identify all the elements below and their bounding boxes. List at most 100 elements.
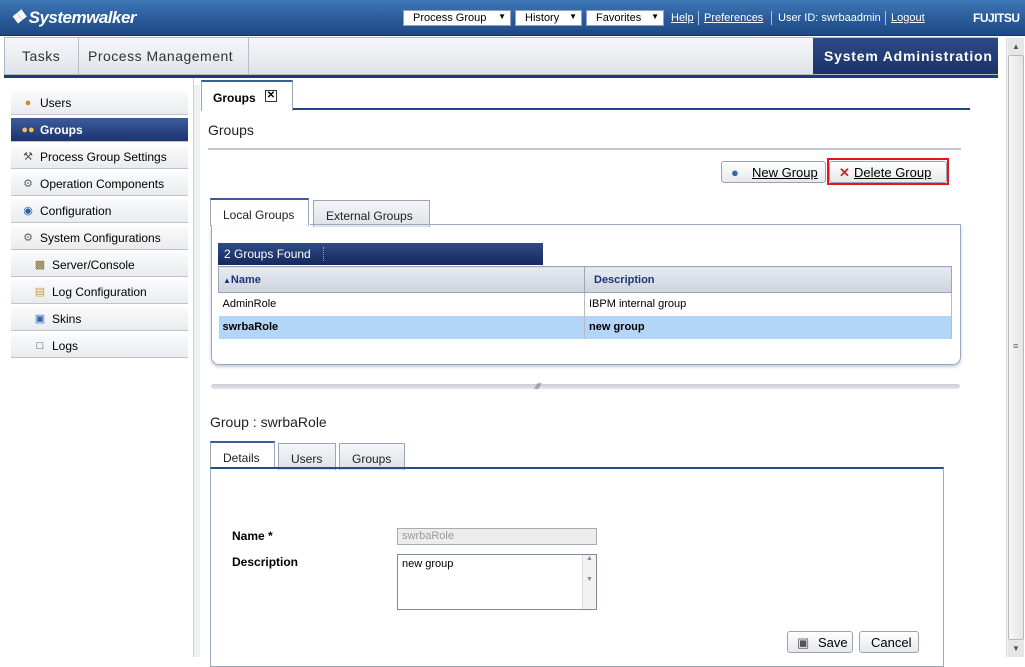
description-field[interactable]: new group ▲ ▼ xyxy=(397,554,597,610)
save-label: Save xyxy=(818,635,848,650)
cancel-button[interactable]: Cancel xyxy=(859,631,919,653)
nav-tab-tasks[interactable]: Tasks xyxy=(22,38,60,74)
results-count-bar: 2 Groups Found xyxy=(218,243,543,265)
cell-name: swrbaRole xyxy=(218,315,585,339)
panel-splitter[interactable]: ∕∕∕ xyxy=(211,381,960,391)
group-icon: ●● xyxy=(21,124,35,136)
title-divider xyxy=(208,148,961,150)
fujitsu-logo: FUJITSU xyxy=(973,11,1020,25)
sort-asc-icon: ▲ xyxy=(223,275,231,285)
sidebar-item-label: System Configurations xyxy=(40,231,161,245)
sidebar-item-skins[interactable]: ▣ Skins xyxy=(11,307,188,331)
tab-groups-detail[interactable]: Groups xyxy=(339,443,405,470)
sidebar: ● Users ●● Groups ⚒ Process Group Settin… xyxy=(4,78,194,657)
name-field: swrbaRole xyxy=(397,528,597,545)
history-label: History xyxy=(525,12,560,24)
grip-icon: ∕∕∕ xyxy=(536,381,541,391)
sidebar-item-server-console[interactable]: ▩ Server/Console xyxy=(11,253,188,277)
floppy-disk-icon: ▣ xyxy=(797,635,810,650)
config-icon: ◉ xyxy=(23,205,33,217)
divider xyxy=(248,38,249,74)
history-dropdown[interactable]: History ▼ xyxy=(515,10,582,26)
new-group-button[interactable]: ● New Group xyxy=(721,161,826,183)
sidebar-item-label: Server/Console xyxy=(52,258,135,272)
divider xyxy=(78,38,79,74)
scroll-down-icon[interactable]: ▼ xyxy=(1008,640,1024,657)
scroll-up-icon[interactable]: ▲ xyxy=(1008,38,1024,55)
nav-tab-process-management[interactable]: Process Management xyxy=(88,38,233,74)
sidebar-item-users[interactable]: ● Users xyxy=(11,91,188,115)
skins-icon: ▣ xyxy=(34,313,46,325)
column-header-label: Description xyxy=(594,273,655,286)
cancel-label: Cancel xyxy=(871,635,912,650)
column-header-name[interactable]: ▲Name xyxy=(218,266,585,293)
sidebar-item-log-configuration[interactable]: ▤ Log Configuration xyxy=(11,280,188,304)
nav-tab-system-administration[interactable]: System Administration xyxy=(813,38,998,74)
preferences-link[interactable]: Preferences xyxy=(704,12,763,24)
user-id-text: User ID: swrbaadmin xyxy=(778,12,881,24)
process-group-dropdown[interactable]: Process Group ▼ xyxy=(403,10,511,26)
groups-table: ▲Name Description AdminRole IBPM interna… xyxy=(218,266,952,339)
tab-external-groups[interactable]: External Groups xyxy=(313,200,430,227)
sidebar-item-label: Log Configuration xyxy=(52,285,147,299)
tab-underline xyxy=(293,108,970,110)
main-nav: Tasks Process Management System Administ… xyxy=(4,37,998,75)
sidebar-item-label: Users xyxy=(40,96,72,110)
divider xyxy=(771,11,772,25)
top-bar: ❖ Systemwalker Process Group ▼ History ▼… xyxy=(0,0,1025,36)
table-row[interactable]: AdminRole IBPM internal group xyxy=(218,292,952,316)
app-logo: ❖ Systemwalker xyxy=(10,7,137,28)
tab-label: Groups xyxy=(213,91,256,105)
gears-icon: ⚙ xyxy=(23,232,33,244)
tab-details[interactable]: Details xyxy=(210,441,275,469)
sidebar-item-label: Configuration xyxy=(40,204,112,218)
vertical-scrollbar[interactable]: ▲ ≡ ▼ xyxy=(1006,38,1024,657)
sidebar-item-process-group-settings[interactable]: ⚒ Process Group Settings xyxy=(11,145,188,169)
chevron-down-icon: ▼ xyxy=(498,12,506,21)
tools-icon: ⚒ xyxy=(23,151,33,163)
close-icon[interactable]: ✕ xyxy=(265,90,277,102)
sidebar-item-system-configurations[interactable]: ⚙ System Configurations xyxy=(11,226,188,250)
textarea-scrollbar[interactable]: ▲ ▼ xyxy=(582,555,596,609)
sidebar-item-logs[interactable]: □ Logs xyxy=(11,334,188,358)
grip-icon[interactable] xyxy=(323,247,325,261)
chevron-down-icon: ▼ xyxy=(651,12,659,21)
save-button[interactable]: ▣ Save xyxy=(787,631,853,653)
sidebar-item-operation-components[interactable]: ⚙ Operation Components xyxy=(11,172,188,196)
sidebar-item-groups[interactable]: ●● Groups xyxy=(11,118,188,142)
scroll-thumb[interactable]: ≡ xyxy=(1008,55,1024,640)
favorites-dropdown[interactable]: Favorites ▼ xyxy=(586,10,664,26)
cell-name: AdminRole xyxy=(218,292,585,316)
table-header: ▲Name Description xyxy=(218,266,952,293)
systemwalker-logo-icon: ❖ xyxy=(10,7,26,27)
cell-description: IBPM internal group xyxy=(584,292,952,316)
table-row[interactable]: swrbaRole new group xyxy=(218,315,952,339)
add-group-icon: ● xyxy=(731,165,739,180)
sidebar-item-label: Logs xyxy=(52,339,79,353)
tab-groups[interactable]: Groups ✕ xyxy=(201,80,293,111)
sidebar-item-label: Operation Components xyxy=(40,177,165,191)
server-icon: ▩ xyxy=(34,259,46,271)
chevron-down-icon: ▼ xyxy=(569,12,577,21)
logout-link[interactable]: Logout xyxy=(891,12,925,24)
name-label: Name * xyxy=(232,529,273,543)
results-count: 2 Groups Found xyxy=(224,247,311,261)
log-config-icon: ▤ xyxy=(34,286,46,298)
gear-icon: ⚙ xyxy=(23,178,33,190)
sidebar-item-label: Groups xyxy=(40,123,83,137)
page-title: Groups xyxy=(208,122,254,138)
sidebar-item-configuration[interactable]: ◉ Configuration xyxy=(11,199,188,223)
tab-local-groups[interactable]: Local Groups xyxy=(210,198,309,226)
sidebar-item-label: Skins xyxy=(52,312,82,326)
tab-users[interactable]: Users xyxy=(278,443,336,470)
column-header-description[interactable]: Description xyxy=(584,266,952,293)
group-detail-title: Group : swrbaRole xyxy=(210,414,327,430)
brand-name: Systemwalker xyxy=(28,7,137,27)
main-panel: Groups ✕ Groups ● New Group ✕ Delete Gro… xyxy=(200,78,997,667)
user-icon: ● xyxy=(24,97,32,109)
favorites-label: Favorites xyxy=(596,12,642,24)
divider xyxy=(885,11,886,25)
help-link[interactable]: Help xyxy=(671,12,694,24)
divider xyxy=(698,11,699,25)
new-group-label: New Group xyxy=(752,165,818,180)
